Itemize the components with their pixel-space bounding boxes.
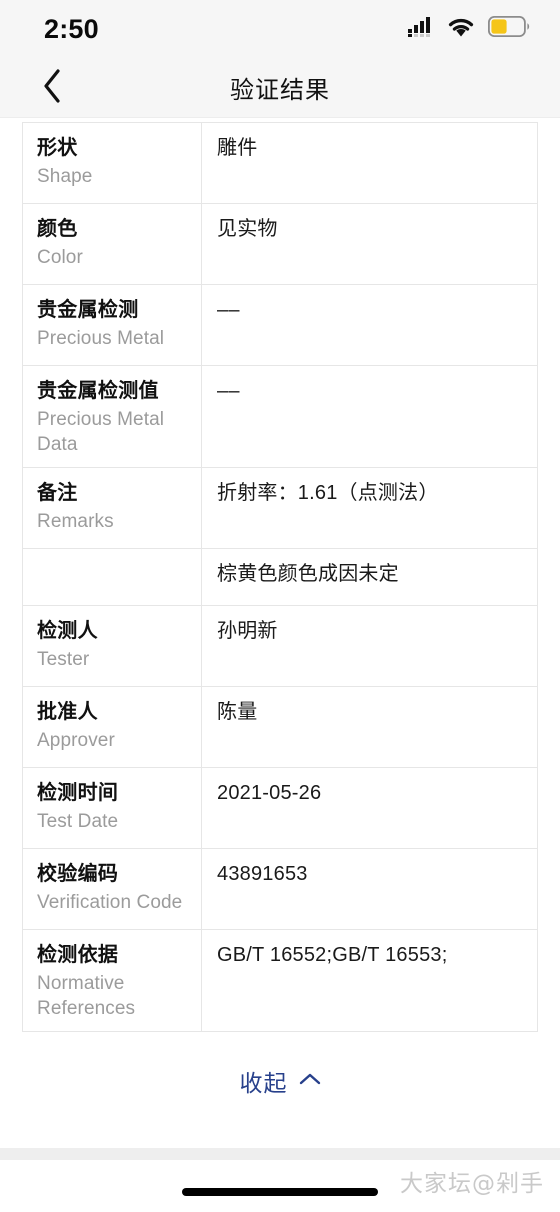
row-value-cell: 雕件 [202,123,537,203]
scroll-content[interactable]: 形状 Shape 雕件颜色 Color 见实物贵金属检测 Precious Metal ––… [0,118,560,1148]
collapse-button[interactable]: 收起 [0,1032,560,1098]
nav-bar: 验证结果 [0,58,560,118]
row-value: –– [217,380,240,402]
row-label-en: Precious Metal [37,328,165,349]
row-label-cell: 形状 Shape [23,123,202,203]
row-value-cell: 陈量 [202,687,537,767]
row-label-cn: 备注 [37,482,78,505]
status-bar: 2:50 [0,0,560,58]
row-value-cell: –– [202,285,537,365]
row-value: 折射率：1.61（点测法） [217,482,439,505]
chevron-up-icon [299,1072,321,1091]
table-row: 备注 Remarks 折射率：1.61（点测法） [23,468,537,550]
row-label-en: Color [37,247,83,268]
row-label-cell: 贵金属检测值 Precious Metal Data [23,366,202,468]
row-value-cell: 折射率：1.61（点测法） [202,468,537,548]
table-row: 贵金属检测值 Precious Metal Data –– [23,366,537,469]
row-label-en: Tester [37,649,90,671]
status-icons [408,15,530,42]
row-value-cell: GB/T 16552;GB/T 16553; [202,930,537,1031]
cellular-signal-icon [408,16,434,42]
table-row: 形状 Shape 雕件 [23,123,537,204]
row-label-cell: 颜色 Color [23,204,202,284]
row-label-cell: 检测时间 Test Date [23,768,202,849]
verification-detail-table: 形状 Shape 雕件颜色 Color 见实物贵金属检测 Precious Metal ––… [22,122,538,1033]
row-value-cell: 2021-05-26 [202,768,537,848]
phone-screen: 2:50 验证结果 形状 Shape 雕件 颜色 Color 见实物 贵金属检测… [0,0,560,1212]
row-value: GB/T 16552;GB/T 16553; [217,944,448,967]
battery-icon [487,15,530,42]
watermark: 大家坛@剁手 [400,1171,544,1197]
chevron-left-icon [42,68,62,108]
table-row: 贵金属检测 Precious Metal –– [23,285,537,366]
row-label-cn: 颜色 [37,218,78,240]
row-value-cell: 43891653 [202,849,537,929]
row-label-cell: 检测人 Tester [23,606,202,687]
table-row: 检测时间 Test Date 2021-05-26 [23,768,537,850]
row-label-cn: 批准人 [37,701,98,724]
row-value: 孙明新 [217,620,278,643]
page-title: 验证结果 [230,77,330,104]
row-value: 陈量 [217,701,258,724]
row-value: 雕件 [217,137,258,159]
row-label-cell [23,549,202,606]
row-value-cell: 见实物 [202,204,537,284]
table-row: 棕黄色颜色成因未定 [23,549,537,607]
row-label-en: Shape [37,166,93,187]
home-indicator[interactable] [182,1188,378,1196]
row-label-en: Verification Code [37,892,183,914]
bottom-divider-band [0,1148,560,1160]
wifi-icon [447,17,475,42]
row-label-cn: 校验编码 [37,863,119,886]
row-value: 43891653 [217,863,308,886]
row-value-cell: 棕黄色颜色成因未定 [202,549,537,605]
table-row: 检测人 Tester 孙明新 [23,606,537,688]
table-row: 校验编码 Verification Code 43891653 [23,849,537,931]
row-label-en: Precious Metal Data [37,409,165,456]
back-button[interactable] [30,58,74,118]
row-label-cell: 校验编码 Verification Code [23,849,202,930]
row-label-en: Normative References [37,973,136,1020]
row-value-cell: –– [202,366,537,467]
status-time: 2:50 [44,13,99,44]
row-value-cell: 孙明新 [202,606,537,686]
row-label-cn: 检测依据 [37,944,119,967]
row-label-cn: 检测时间 [37,782,119,805]
row-label-cell: 检测依据 Normative References [23,930,202,1032]
row-label-cn: 贵金属检测值 [37,380,159,402]
collapse-label: 收起 [239,1070,288,1097]
row-label-cn: 检测人 [37,620,98,643]
row-value: 见实物 [217,218,278,240]
table-row: 颜色 Color 见实物 [23,204,537,285]
row-label-en: Approver [37,730,115,752]
row-label-cn: 形状 [37,137,78,159]
row-label-cn: 贵金属检测 [37,299,139,321]
row-label-cell: 贵金属检测 Precious Metal [23,285,202,365]
row-label-en: Test Date [37,811,119,833]
row-label-en: Remarks [37,511,114,533]
row-value: 棕黄色颜色成因未定 [217,563,399,586]
row-value: 2021-05-26 [217,782,322,805]
row-label-cell: 备注 Remarks [23,468,202,549]
row-label-cell: 批准人 Approver [23,687,202,768]
table-row: 检测依据 Normative References GB/T 16552;GB/T … [23,930,537,1033]
table-row: 批准人 Approver 陈量 [23,687,537,769]
row-value: –– [217,299,240,321]
